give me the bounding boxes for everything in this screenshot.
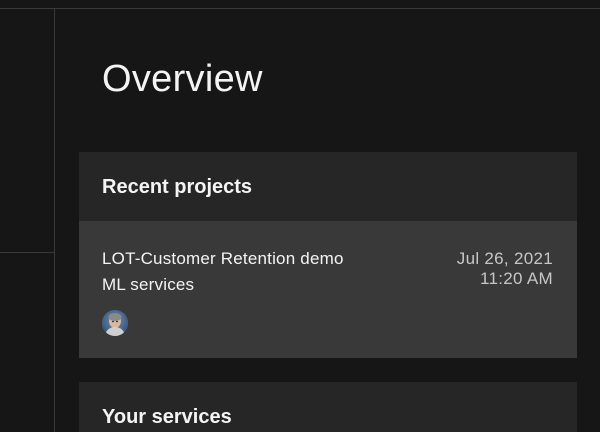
project-tile[interactable]: LOT-Customer Retention demo ML services …	[79, 221, 577, 358]
main-content: Overview Recent projects LOT-Customer Re…	[55, 9, 600, 432]
recent-projects-card: Recent projects LOT-Customer Retention d…	[79, 152, 577, 358]
project-name: LOT-Customer Retention demo	[102, 249, 344, 268]
your-services-header: Your services	[102, 406, 232, 428]
project-time: 11:20 AM	[480, 269, 553, 288]
user-avatar-icon[interactable]	[102, 310, 128, 336]
avatar-image	[102, 310, 128, 336]
page-title: Overview	[102, 58, 263, 100]
project-type: ML services	[102, 275, 195, 294]
recent-projects-header: Recent projects	[102, 176, 253, 198]
app-page: Overview Recent projects LOT-Customer Re…	[0, 0, 600, 432]
left-side-panel	[0, 9, 55, 432]
your-services-card: Your services	[79, 382, 577, 432]
left-panel-divider	[0, 252, 54, 253]
